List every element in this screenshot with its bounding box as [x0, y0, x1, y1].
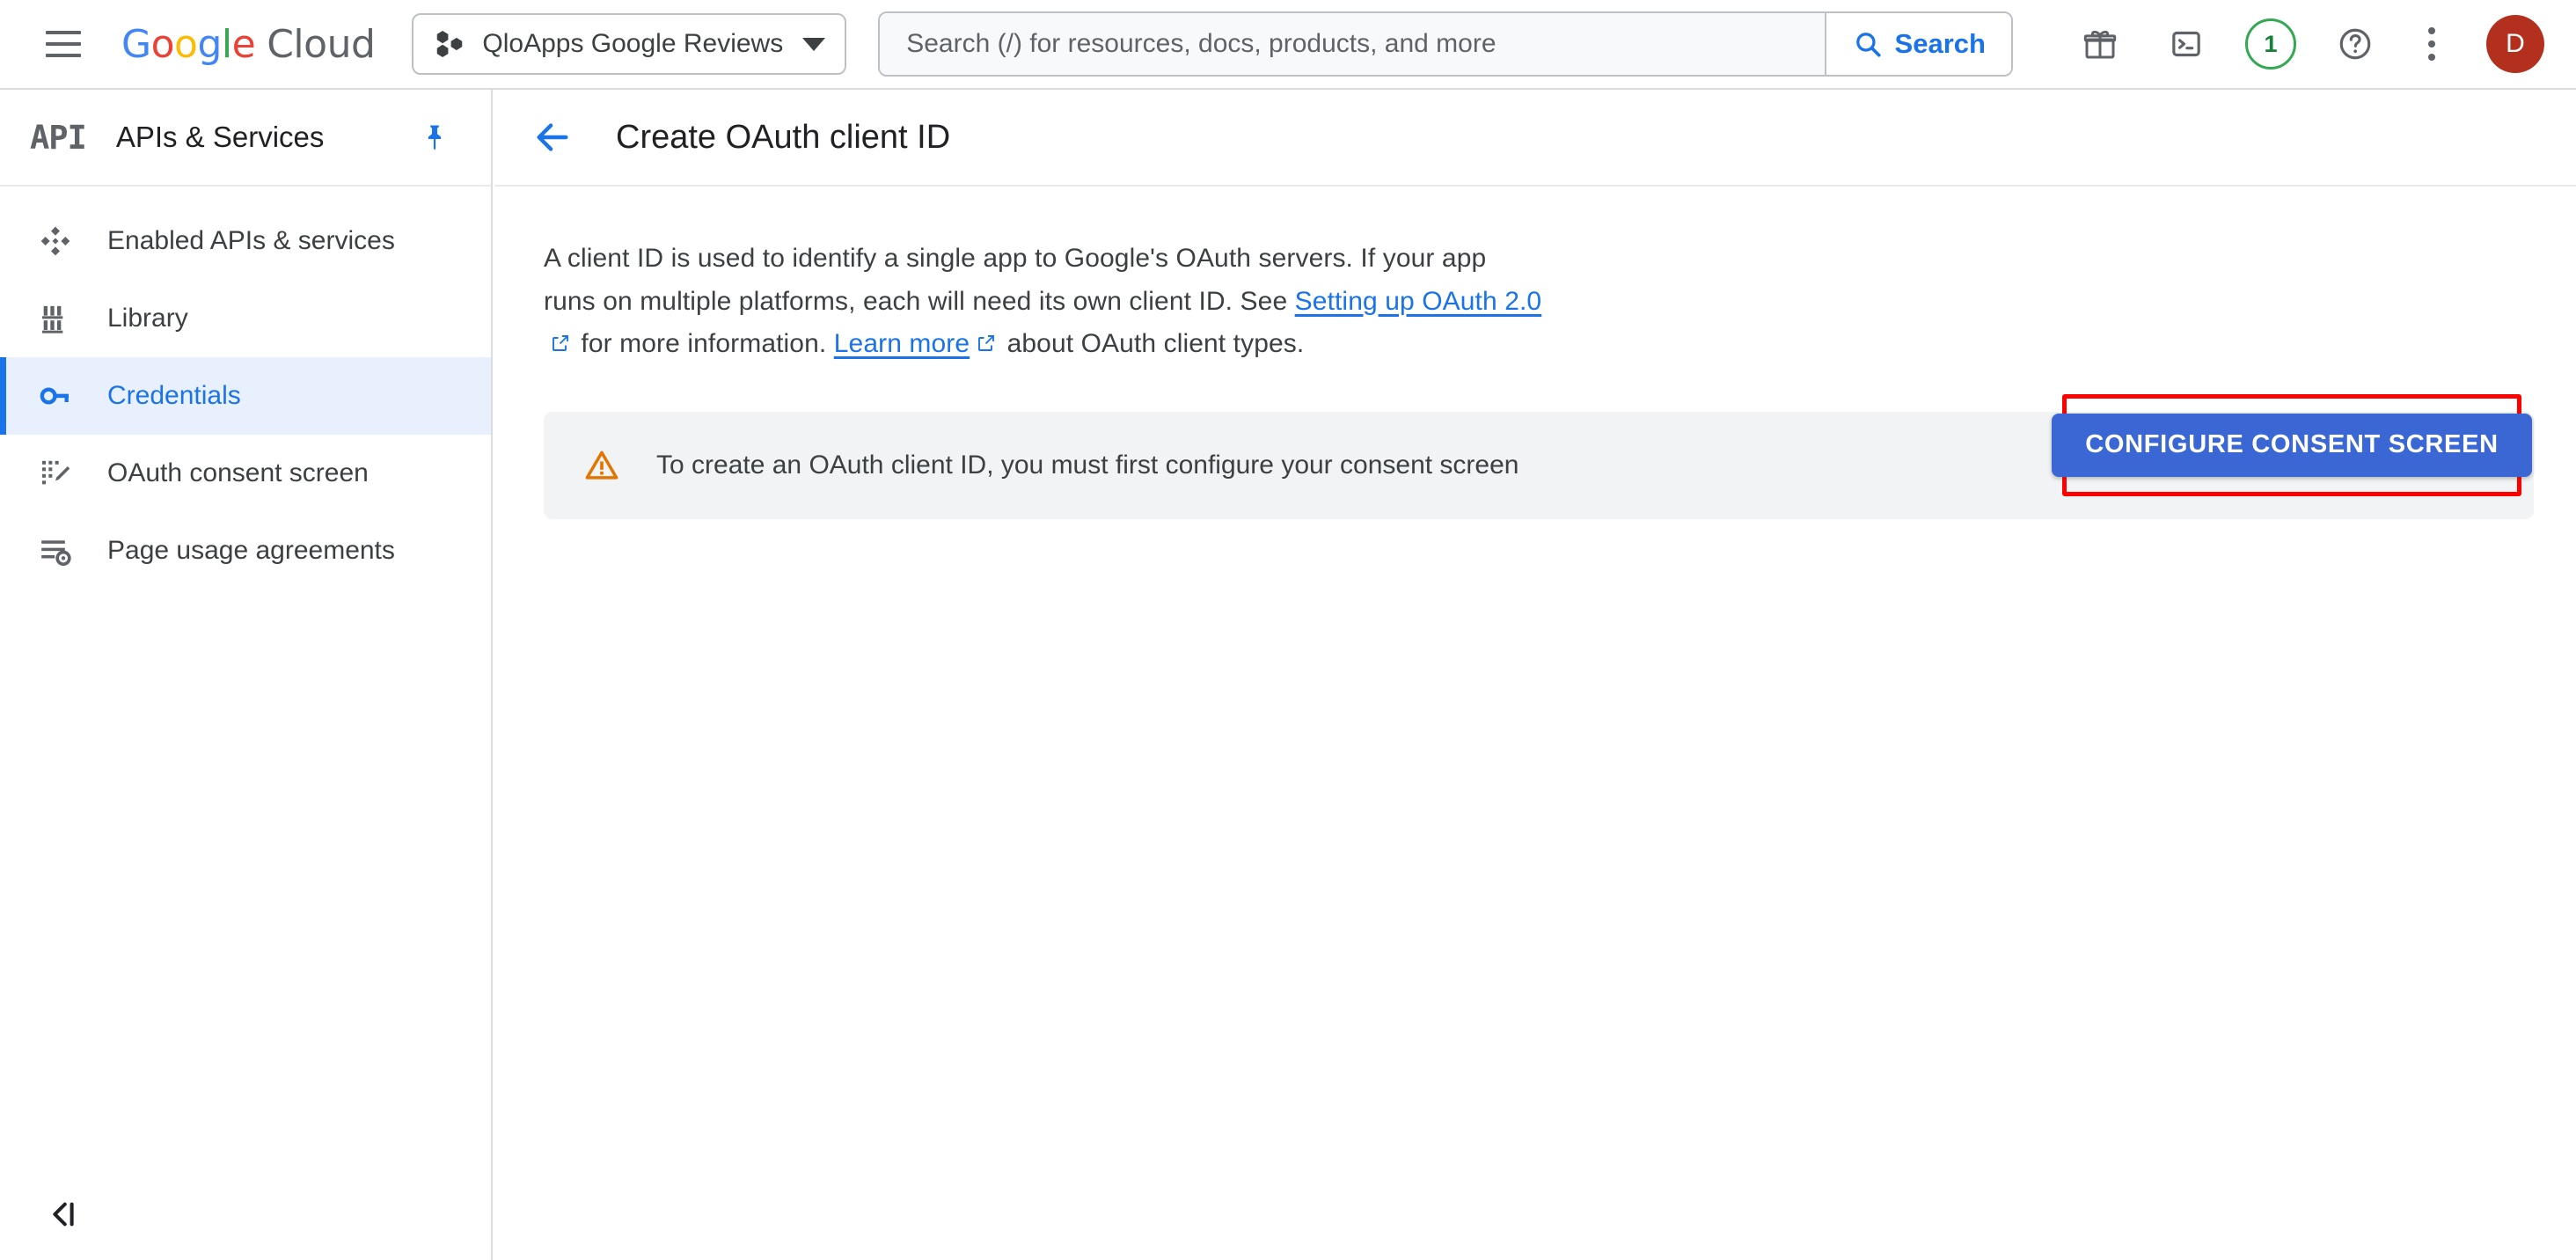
api-glyph-icon: API [30, 119, 86, 157]
warning-triangle-icon [584, 448, 619, 483]
sidebar-item-label: Page usage agreements [107, 536, 395, 566]
sidebar-item-label: Library [107, 304, 188, 333]
highlight-annotation-box: CONFIGURE CONSENT SCREEN [2062, 394, 2521, 496]
logo-letter-g2: g [197, 22, 221, 67]
library-icon [37, 300, 74, 337]
sidebar-header: API APIs & Services [0, 90, 491, 187]
project-selector[interactable]: QloApps Google Reviews [412, 13, 846, 75]
top-app-bar: Google Cloud QloApps Google Reviews Sear… [0, 0, 2576, 90]
sidebar-item-library[interactable]: Library [0, 280, 491, 357]
search-bar[interactable]: Search [878, 11, 2013, 77]
project-name-label: QloApps Google Reviews [482, 29, 783, 59]
sidebar-item-oauth-consent-screen[interactable]: OAuth consent screen [0, 435, 491, 512]
learn-more-link[interactable]: Learn more [834, 329, 970, 358]
chevron-down-icon [802, 38, 825, 51]
cloud-shell-icon[interactable] [2159, 17, 2214, 71]
avatar[interactable]: D [2486, 15, 2544, 73]
setting-up-oauth-link[interactable]: Setting up OAuth 2.0 [1295, 287, 1542, 316]
page-title: Create OAuth client ID [616, 119, 950, 157]
pin-icon[interactable] [413, 116, 456, 158]
main-content: Create OAuth client ID A client ID is us… [494, 90, 2576, 1260]
sidebar: API APIs & Services Enabled APIs & servi… [0, 90, 493, 1260]
page-usage-icon [37, 532, 74, 569]
more-options-kebab-icon[interactable] [2414, 17, 2449, 71]
notifications-badge[interactable]: 1 [2245, 18, 2296, 70]
google-cloud-logo[interactable]: Google Cloud [121, 22, 375, 67]
page-header: Create OAuth client ID [494, 90, 2576, 187]
alert-message: To create an OAuth client ID, you must f… [656, 451, 1519, 480]
intro-text-part3: about OAuth client types. [999, 329, 1304, 358]
sidebar-item-enabled-apis[interactable]: Enabled APIs & services [0, 202, 491, 280]
sidebar-item-credentials[interactable]: Credentials [0, 357, 491, 435]
sidebar-item-label: Credentials [107, 381, 241, 411]
search-button-label: Search [1895, 28, 1986, 60]
configure-consent-screen-button[interactable]: CONFIGURE CONSENT SCREEN [2052, 414, 2532, 477]
sidebar-item-label: OAuth consent screen [107, 458, 369, 488]
sidebar-title: APIs & Services [116, 121, 325, 154]
search-input-area[interactable] [880, 13, 1825, 75]
intro-paragraph: A client ID is used to identify a single… [544, 238, 1542, 366]
project-hexagon-icon [433, 27, 466, 61]
sidebar-nav-list: Enabled APIs & services Library [0, 187, 491, 590]
avatar-initial: D [2506, 29, 2525, 59]
gift-icon[interactable] [2073, 17, 2127, 71]
hamburger-menu-icon[interactable] [37, 18, 90, 70]
logo-letter-o1: o [151, 22, 174, 67]
external-link-icon [550, 333, 571, 354]
sidebar-item-page-usage-agreements[interactable]: Page usage agreements [0, 512, 491, 590]
key-icon [37, 377, 74, 414]
help-icon[interactable] [2328, 17, 2382, 71]
logo-letter-l: l [222, 22, 232, 67]
logo-word-cloud: Cloud [267, 22, 375, 67]
back-arrow-icon[interactable] [528, 113, 577, 162]
search-button[interactable]: Search [1825, 13, 2011, 75]
topbar-actions: 1 D [2073, 15, 2544, 73]
content-body: A client ID is used to identify a single… [494, 187, 2576, 519]
consent-screen-alert: To create an OAuth client ID, you must f… [544, 412, 2534, 519]
consent-screen-icon [37, 455, 74, 492]
diamond-cluster-icon [37, 223, 74, 260]
sidebar-item-label: Enabled APIs & services [107, 226, 395, 256]
notifications-count: 1 [2264, 31, 2277, 58]
external-link-icon [976, 333, 997, 354]
intro-text-part2: for more information. [574, 329, 834, 358]
logo-letter-o2: o [174, 22, 197, 67]
logo-letter-e: e [232, 22, 256, 67]
search-input[interactable] [906, 29, 1825, 59]
search-icon [1853, 29, 1883, 59]
logo-letter-g: G [121, 22, 151, 67]
collapse-panel-icon[interactable] [39, 1190, 88, 1239]
